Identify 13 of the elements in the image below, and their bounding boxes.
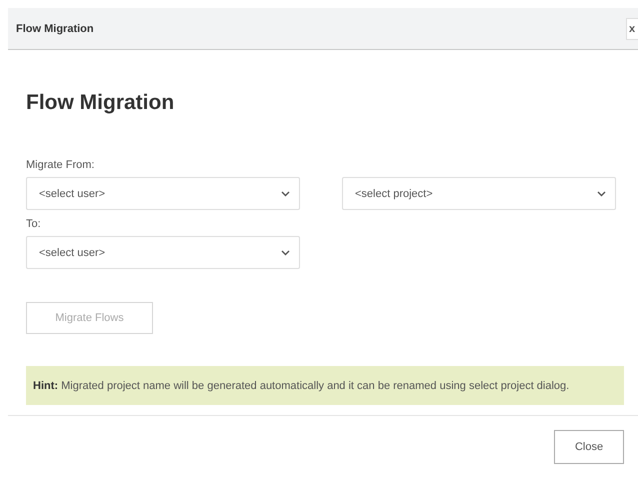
- field-label: To:: [26, 218, 42, 230]
- close-button[interactable]: x: [626, 18, 638, 40]
- select-field[interactable]: <select project>: [342, 177, 616, 210]
- chevron-down-icon: [281, 190, 290, 196]
- chevron-down-icon: [281, 250, 290, 256]
- select-field[interactable]: <select user>: [26, 177, 300, 210]
- dialog-heading: Flow Migration: [26, 91, 176, 115]
- hint-message: Hint: Migrated project name will be generated automatically and it can be renamed using select project dialog.: [26, 366, 624, 405]
- chevron-down-icon: [597, 190, 606, 196]
- close-button[interactable]: Close: [554, 430, 624, 464]
- window-title: Flow Migration: [16, 22, 94, 34]
- field-label: Migrate From:: [26, 159, 96, 171]
- select-field[interactable]: <select user>: [26, 236, 300, 269]
